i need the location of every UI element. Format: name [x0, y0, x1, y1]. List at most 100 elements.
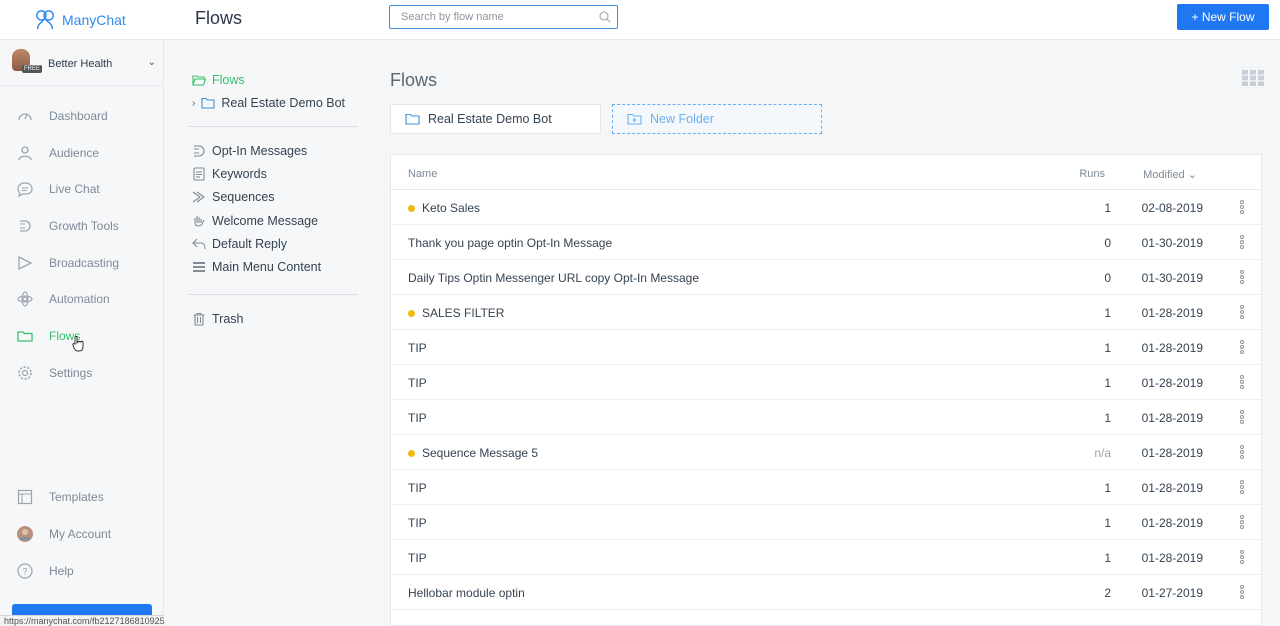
table-row[interactable]: SALES FILTER 1 01-28-2019: [391, 295, 1261, 330]
sidebar-item-dashboard[interactable]: Dashboard: [0, 102, 164, 130]
new-folder-button[interactable]: New Folder: [612, 104, 822, 134]
more-options-icon[interactable]: [1237, 479, 1247, 497]
sidebar-item-my-account[interactable]: My Account: [0, 520, 164, 548]
status-dot: [408, 204, 415, 212]
folder-item-default-reply[interactable]: Default Reply: [192, 237, 287, 251]
column-header-runs[interactable]: Runs: [1079, 168, 1105, 180]
wave-icon: [192, 214, 206, 228]
flow-name[interactable]: TIP: [408, 481, 427, 495]
flow-name[interactable]: Sequence Message 5: [408, 446, 538, 460]
more-options-icon[interactable]: [1237, 304, 1247, 322]
folder-item-label: Main Menu Content: [212, 260, 322, 274]
more-options-icon[interactable]: [1237, 234, 1247, 252]
folder-card-label: Real Estate Demo Bot: [428, 112, 552, 126]
flow-runs: 1: [1104, 516, 1111, 530]
more-options-icon[interactable]: [1237, 584, 1247, 602]
flow-name[interactable]: TIP: [408, 341, 427, 355]
table-row[interactable]: Daily Tips Optin Messenger URL copy Opt-…: [391, 260, 1261, 295]
divider: [188, 294, 358, 295]
flow-modified-date: 01-30-2019: [1141, 236, 1203, 250]
more-options-icon[interactable]: [1237, 549, 1247, 567]
folder-item-main-menu-content[interactable]: Main Menu Content: [192, 260, 321, 274]
more-options-icon[interactable]: [1237, 374, 1247, 392]
flow-modified-date: 01-28-2019: [1141, 551, 1203, 565]
flow-name[interactable]: Hellobar module optin: [408, 586, 525, 600]
table-row[interactable]: TIP 1 01-28-2019: [391, 330, 1261, 365]
search-icon[interactable]: [599, 11, 611, 23]
sidebar-item-audience[interactable]: Audience: [0, 139, 164, 167]
folder-item-flows[interactable]: Flows: [192, 73, 245, 87]
sidebar-item-label: Automation: [49, 292, 110, 306]
table-row[interactable]: TIP 1 01-28-2019: [391, 505, 1261, 540]
flow-name[interactable]: Keto Sales: [408, 201, 480, 215]
send-icon: [16, 254, 34, 272]
sequences-icon: [192, 190, 206, 204]
table-row[interactable]: Thank you page optin Opt-In Message 0 01-3…: [391, 225, 1261, 260]
flow-runs: 0: [1104, 236, 1111, 250]
flow-runs: n/a: [1094, 446, 1111, 460]
dashboard-icon: [16, 107, 34, 125]
flow-name[interactable]: TIP: [408, 411, 427, 425]
folder-card-real-estate-demo-bot[interactable]: Real Estate Demo Bot: [390, 104, 601, 134]
flow-name[interactable]: TIP: [408, 516, 427, 530]
column-header-name[interactable]: Name: [408, 168, 437, 180]
table-row[interactable]: TIP 1 01-28-2019: [391, 400, 1261, 435]
account-name: Better Health: [48, 57, 113, 70]
flow-name[interactable]: Daily Tips Optin Messenger URL copy Opt-…: [408, 271, 699, 285]
flow-name[interactable]: Thank you page optin Opt-In Message: [408, 236, 612, 250]
flow-modified-date: 01-27-2019: [1141, 586, 1203, 600]
folder-item-trash[interactable]: Trash: [192, 312, 244, 326]
more-options-icon[interactable]: [1237, 514, 1247, 532]
flow-runs: 1: [1104, 306, 1111, 320]
sidebar-item-templates[interactable]: Templates: [0, 483, 164, 511]
table-row[interactable]: TIP 1 01-28-2019: [391, 540, 1261, 575]
sidebar-item-settings[interactable]: Settings: [0, 359, 164, 387]
main-content: Flows Real Estate Demo Bot New Folder Na…: [374, 40, 1280, 626]
search-input[interactable]: [390, 6, 590, 28]
column-header-modified[interactable]: Modified ⌄: [1143, 168, 1197, 181]
flow-modified-date: 01-28-2019: [1141, 306, 1203, 320]
reply-icon: [192, 237, 206, 251]
brand-name: ManyChat: [62, 11, 126, 28]
table-row[interactable]: TIP 1 01-28-2019: [391, 365, 1261, 400]
more-options-icon[interactable]: [1237, 444, 1247, 462]
keywords-icon: [192, 167, 206, 181]
folder-item-label: Real Estate Demo Bot: [221, 96, 346, 110]
menu-icon: [192, 260, 206, 274]
flow-name[interactable]: TIP: [408, 551, 427, 565]
flow-modified-date: 01-28-2019: [1141, 376, 1203, 390]
folder-item-welcome-message[interactable]: Welcome Message: [192, 214, 318, 228]
more-options-icon[interactable]: [1237, 409, 1247, 427]
folder-item-real-estate-demo-bot[interactable]: › Real Estate Demo Bot: [192, 96, 345, 110]
sidebar-item-help[interactable]: ? Help: [0, 557, 164, 585]
sidebar-item-live-chat[interactable]: Live Chat: [0, 175, 164, 203]
folder-panel: Flows › Real Estate Demo Bot Opt-In Mess…: [164, 40, 374, 626]
new-flow-button[interactable]: + New Flow: [1177, 4, 1269, 30]
sidebar: ManyChat FREE Better Health ⌄ Dashboard …: [0, 0, 432, 626]
flow-name[interactable]: TIP: [408, 376, 427, 390]
flow-name[interactable]: SALES FILTER: [408, 306, 504, 320]
folder-item-keywords[interactable]: Keywords: [192, 167, 267, 181]
folder-item-opt-in-messages[interactable]: Opt-In Messages: [192, 144, 307, 158]
templates-icon: [16, 488, 34, 506]
account-switcher[interactable]: FREE Better Health ⌄: [0, 42, 164, 86]
sidebar-item-growth-tools[interactable]: Growth Tools: [0, 212, 164, 240]
table-row[interactable]: Hellobar module optin 2 01-27-2019: [391, 575, 1261, 610]
flow-modified-date: 01-28-2019: [1141, 446, 1203, 460]
more-options-icon[interactable]: [1237, 269, 1247, 287]
chevron-right-icon[interactable]: ›: [192, 98, 195, 109]
grid-view-icon[interactable]: [1242, 70, 1264, 86]
chevron-down-icon: ⌄: [1187, 169, 1197, 181]
table-row[interactable]: Keto Sales 1 02-08-2019: [391, 190, 1261, 225]
more-options-icon[interactable]: [1237, 199, 1247, 217]
automation-icon: [16, 290, 34, 308]
flow-runs: 1: [1104, 481, 1111, 495]
sidebar-item-broadcasting[interactable]: Broadcasting: [0, 249, 164, 277]
table-row[interactable]: Sequence Message 5 n/a 01-28-2019: [391, 435, 1261, 470]
sidebar-item-automation[interactable]: Automation: [0, 285, 164, 313]
folder-item-sequences[interactable]: Sequences: [192, 190, 275, 204]
more-options-icon[interactable]: [1237, 339, 1247, 357]
sidebar-item-label: Settings: [49, 366, 93, 380]
brand-logo-link[interactable]: ManyChat: [0, 0, 164, 40]
table-row[interactable]: TIP 1 01-28-2019: [391, 470, 1261, 505]
